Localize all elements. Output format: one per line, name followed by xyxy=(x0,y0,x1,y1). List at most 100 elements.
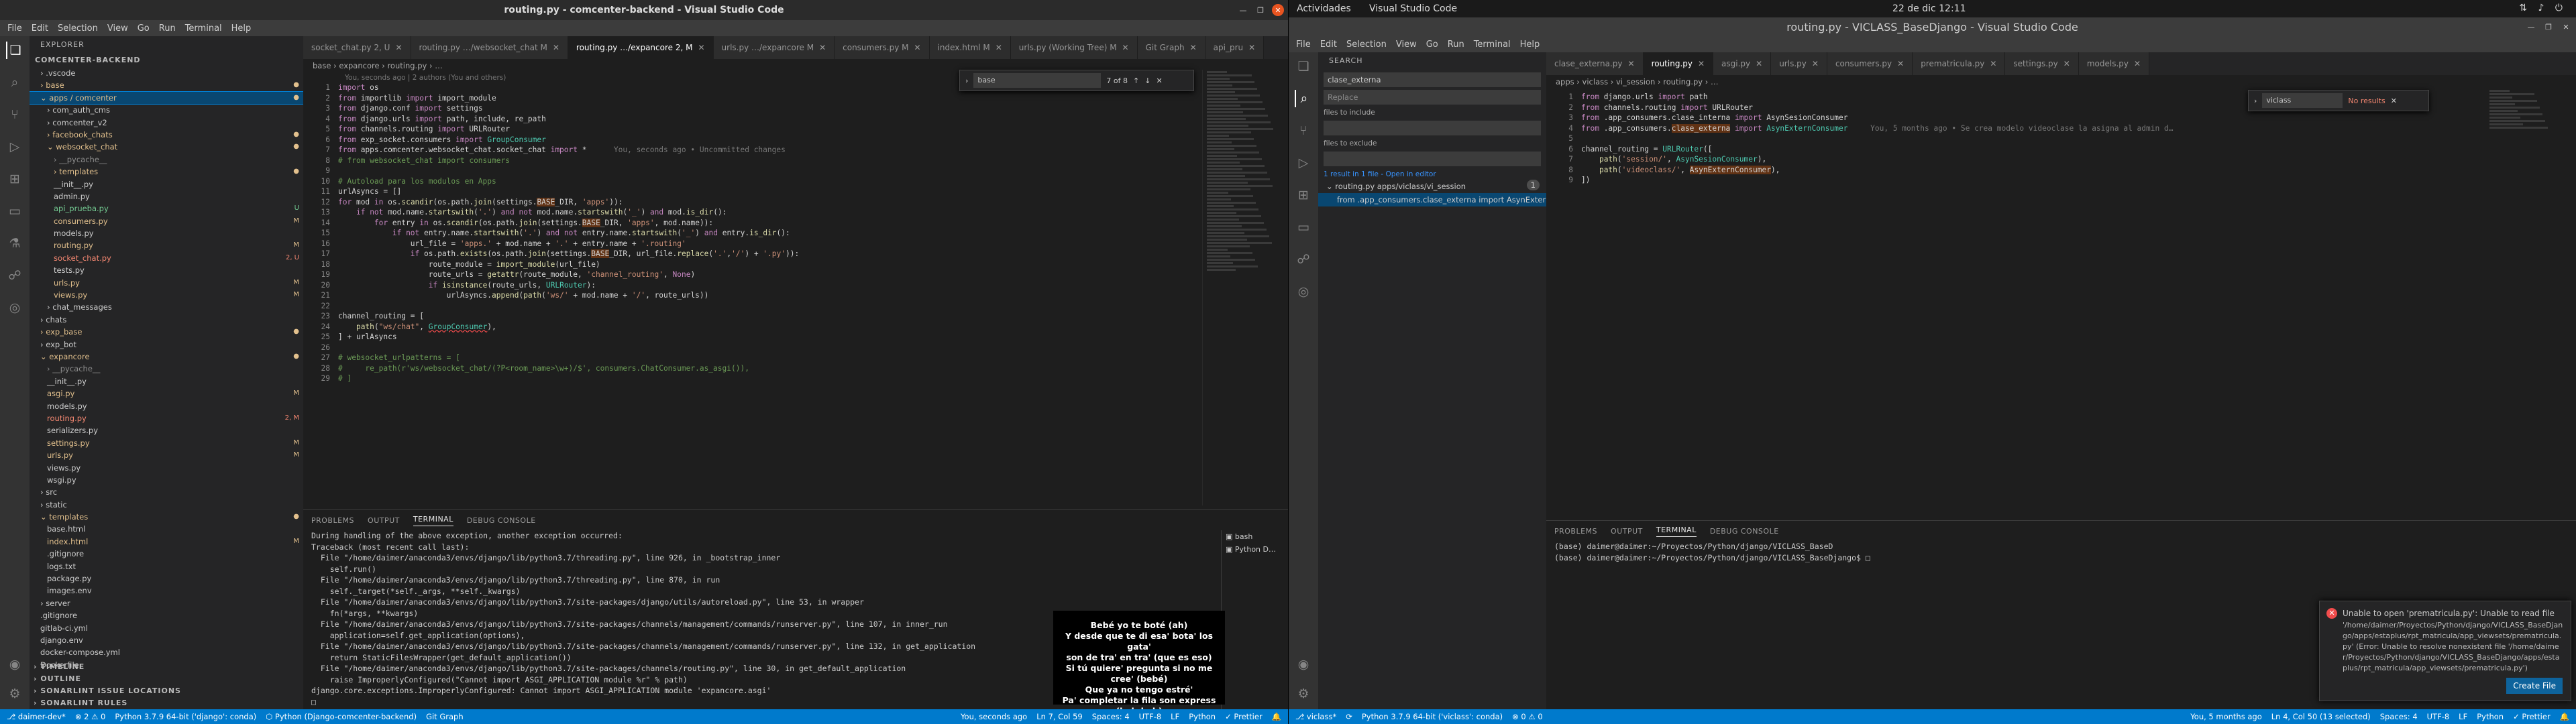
menu-item-go[interactable]: Go xyxy=(1421,40,1443,50)
left-breadcrumb[interactable]: base › expancore › routing.py › … xyxy=(303,59,443,72)
file-tree-item[interactable]: admin.py xyxy=(30,190,303,202)
editor-tab[interactable]: api_pru ✕ xyxy=(1205,36,1265,59)
search-icon[interactable]: ⌕ xyxy=(1295,90,1312,107)
status-item[interactable]: Spaces: 4 xyxy=(2380,712,2418,721)
code-line[interactable]: route_module = import_module(url_file) xyxy=(338,260,1202,269)
file-tree-item[interactable]: › chat_messages xyxy=(30,301,303,313)
file-tree-item[interactable]: base.html xyxy=(30,523,303,535)
workspace-name[interactable]: COMCENTER-BACKEND xyxy=(30,54,303,67)
file-tree-item[interactable]: ⌄ expancore ● xyxy=(30,351,303,363)
search-icon[interactable]: ⌕ xyxy=(6,74,23,91)
status-item[interactable]: 🔔 xyxy=(2560,712,2569,721)
tab-close-icon[interactable]: ✕ xyxy=(914,43,921,52)
menu-item-selection[interactable]: Selection xyxy=(53,23,103,34)
file-tree-item[interactable]: images.env xyxy=(30,585,303,597)
panel-tab-debug-console[interactable]: DEBUG CONSOLE xyxy=(467,516,536,525)
code-line[interactable]: # websocket_urlpatterns = [ xyxy=(338,353,1202,362)
sidebar-section-header[interactable]: › OUTLINE xyxy=(30,673,303,685)
find-input[interactable]: base xyxy=(973,73,1102,88)
panel-tab-terminal[interactable]: TERMINAL xyxy=(1656,526,1697,537)
find-toggle-icon[interactable]: › xyxy=(965,76,968,85)
status-item[interactable]: Spaces: 4 xyxy=(1092,712,1130,721)
code-line[interactable]: if isinstance(route_urls, URLRouter): xyxy=(338,281,1202,290)
file-tree-item[interactable]: consumers.py M xyxy=(30,215,303,227)
code-line[interactable]: if not mod.name.startswith('.') and not … xyxy=(338,208,1202,217)
status-item[interactable]: LF xyxy=(2459,712,2467,721)
tab-close-icon[interactable]: ✕ xyxy=(698,43,704,52)
panel-tab-problems[interactable]: PROBLEMS xyxy=(311,516,354,525)
editor-tab[interactable]: models.py ✕ xyxy=(2078,52,2150,75)
editor-tab[interactable]: settings.py ✕ xyxy=(2005,52,2079,75)
sidebar-section-header[interactable]: › TIMELINE xyxy=(30,661,303,673)
menu-item-help[interactable]: Help xyxy=(227,23,256,34)
editor-tab[interactable]: asgi.py ✕ xyxy=(1713,52,1772,75)
menu-item-file[interactable]: File xyxy=(1291,40,1316,50)
code-line[interactable]: from .app_consumers.clase_interna import… xyxy=(1581,113,2485,122)
manage-gear-icon[interactable]: ⚙ xyxy=(6,685,23,703)
right-minimap[interactable] xyxy=(2485,88,2576,343)
remote-explorer-icon[interactable]: ▭ xyxy=(6,202,23,220)
code-line[interactable]: from channels.routing import URLRouter xyxy=(338,125,1202,133)
status-item[interactable]: ⟳ xyxy=(1346,712,1352,721)
git-graph-icon[interactable]: ☍ xyxy=(1295,251,1312,268)
code-line[interactable]: urlAsyncs.append(path('ws/' + mod.name +… xyxy=(338,291,1202,300)
file-tree-item[interactable]: .gitignore xyxy=(30,609,303,621)
status-item[interactable]: Ln 4, Col 50 (13 selected) xyxy=(2271,712,2371,721)
menu-item-terminal[interactable]: Terminal xyxy=(180,23,227,34)
status-item[interactable]: ⎇ daimer-dev* xyxy=(7,712,66,721)
code-line[interactable]: from apps.comcenter.websocket_chat.socke… xyxy=(338,145,1202,154)
code-line[interactable]: ]) xyxy=(1581,176,2485,184)
minimize-icon[interactable]: — xyxy=(2525,21,2537,33)
code-line[interactable]: channel_routing = [ xyxy=(338,312,1202,320)
file-tree-item[interactable]: views.py xyxy=(30,462,303,474)
panel-tab-output[interactable]: OUTPUT xyxy=(1611,527,1643,536)
code-line[interactable]: # Autoload para los modulos en Apps xyxy=(338,177,1202,186)
file-tree-item[interactable]: models.py xyxy=(30,227,303,239)
activities-button[interactable]: Actividades xyxy=(1297,3,1351,14)
status-item[interactable]: Python 3.7.9 64-bit ('django': conda) xyxy=(115,712,256,721)
find-close-icon[interactable]: ✕ xyxy=(1156,76,1162,85)
file-tree-item[interactable]: asgi.py M xyxy=(30,387,303,400)
status-item[interactable]: LF xyxy=(1171,712,1179,721)
sidebar-section-header[interactable]: › SONARLINT RULES xyxy=(30,697,303,709)
explorer-icon[interactable]: ❏ xyxy=(6,42,23,59)
file-tree-item[interactable]: routing.py 2, M xyxy=(30,412,303,424)
code-line[interactable]: for entry in os.scandir(os.path.join(set… xyxy=(338,218,1202,227)
file-tree-item[interactable]: package.py xyxy=(30,572,303,585)
code-line[interactable]: for mod in os.scandir(os.path.join(setti… xyxy=(338,197,1202,206)
code-line[interactable]: # re_path(r'ws/websocket_chat/(?P<room_n… xyxy=(338,364,1202,373)
file-tree-item[interactable]: __init__.py xyxy=(30,178,303,190)
status-item[interactable]: ✓ Prettier xyxy=(1225,712,1263,721)
close-icon[interactable]: ✕ xyxy=(1272,4,1284,16)
code-line[interactable]: # from websocket_chat import consumers xyxy=(338,156,1202,165)
status-item[interactable]: Python xyxy=(1189,712,1216,721)
code-line[interactable]: urlAsyncs = [] xyxy=(338,187,1202,196)
file-tree-item[interactable]: › .vscode xyxy=(30,67,303,79)
manage-gear-icon[interactable]: ⚙ xyxy=(1295,685,1312,703)
close-icon[interactable]: ✕ xyxy=(2560,21,2572,33)
next-match-icon[interactable]: ↓ xyxy=(1144,76,1150,85)
tab-close-icon[interactable]: ✕ xyxy=(1756,59,1762,68)
panel-tab-problems[interactable]: PROBLEMS xyxy=(1554,527,1597,536)
source-control-icon[interactable]: ⑂ xyxy=(6,106,23,123)
menu-item-edit[interactable]: Edit xyxy=(1316,40,1342,50)
file-tree-item[interactable]: docker-compose.yml xyxy=(30,646,303,658)
run-debug-icon[interactable]: ▷ xyxy=(1295,154,1312,172)
code-line[interactable]: path('session/', AsynSesionConsumer), xyxy=(1581,155,2485,164)
status-item[interactable]: Python 3.7.9 64-bit ('viclass': conda) xyxy=(1362,712,1503,721)
code-line[interactable]: from django.conf import settings xyxy=(338,104,1202,113)
result-file-row[interactable]: ⌄ routing.py apps/viclass/vi_session 1 xyxy=(1318,180,1546,193)
code-line[interactable]: path("ws/chat", GroupConsumer), xyxy=(338,322,1202,331)
explorer-icon[interactable]: ❏ xyxy=(1295,58,1312,75)
editor-tab[interactable]: prematricula.py ✕ xyxy=(1913,52,2006,75)
tab-close-icon[interactable]: ✕ xyxy=(996,43,1002,52)
menu-item-view[interactable]: View xyxy=(103,23,133,34)
panel-tab-debug-console[interactable]: DEBUG CONSOLE xyxy=(1710,527,1779,536)
clock[interactable]: 22 de dic 12:11 xyxy=(1892,3,1966,14)
result-match-line[interactable]: from .app_consumers.clase_externa import… xyxy=(1318,193,1546,206)
find-close-icon[interactable]: ✕ xyxy=(2391,97,2397,105)
tab-close-icon[interactable]: ✕ xyxy=(1248,43,1255,52)
maximize-icon[interactable]: ❐ xyxy=(1254,4,1267,16)
right-code-editor[interactable]: 1 from django.urls import path 2 from chann… xyxy=(1546,93,2485,347)
file-tree-item[interactable]: › facebook_chats ● xyxy=(30,129,303,141)
